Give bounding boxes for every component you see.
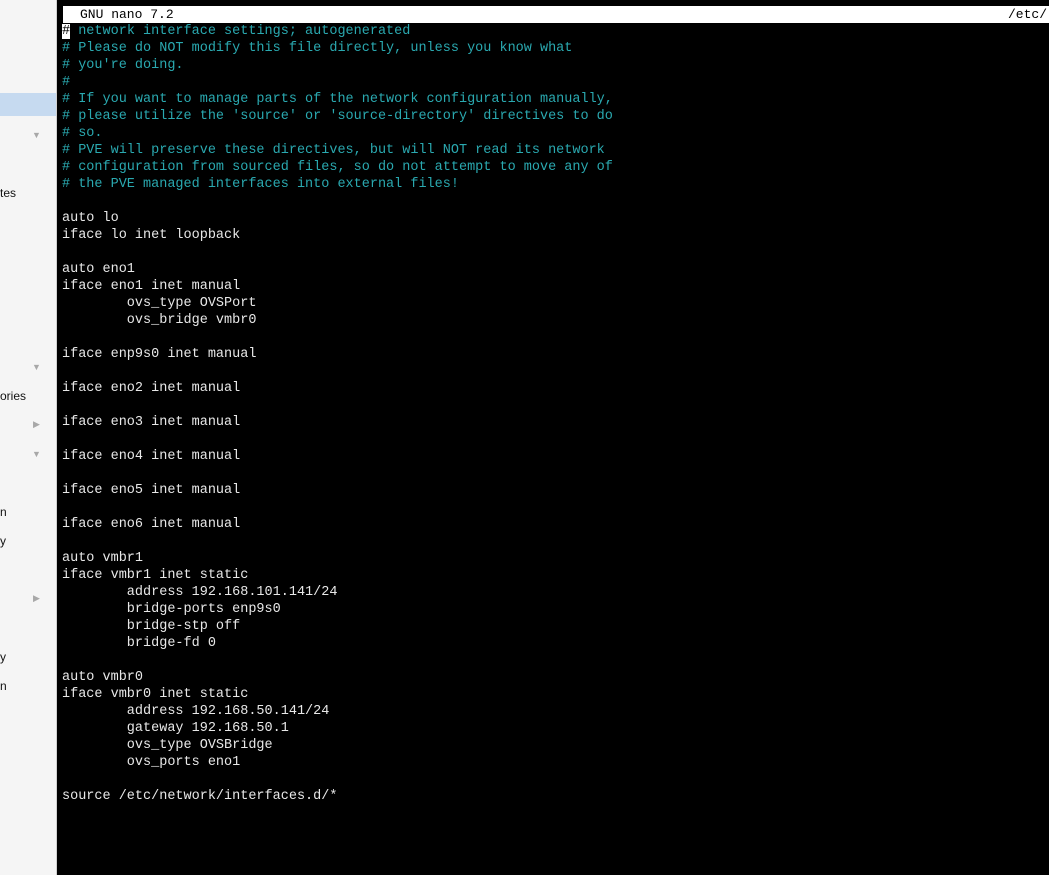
config-line[interactable] <box>62 431 1049 448</box>
comment-line[interactable]: # so. <box>62 125 1049 142</box>
nano-version-label: GNU nano 7.2 <box>80 7 174 22</box>
comment-line[interactable]: # network interface settings; autogenera… <box>62 23 1049 40</box>
config-line[interactable]: bridge-stp off <box>62 618 1049 635</box>
comment-line[interactable]: # configuration from sourced files, so d… <box>62 159 1049 176</box>
config-line[interactable]: iface eno6 inet manual <box>62 516 1049 533</box>
config-line[interactable] <box>62 397 1049 414</box>
config-line[interactable]: source /etc/network/interfaces.d/* <box>62 788 1049 805</box>
sidebar-item-fragment[interactable]: ories <box>0 389 26 403</box>
comment-line[interactable]: # If you want to manage parts of the net… <box>62 91 1049 108</box>
expand-right-icon[interactable]: ▶ <box>33 593 40 603</box>
config-line[interactable] <box>62 193 1049 210</box>
config-line[interactable]: iface eno2 inet manual <box>62 380 1049 397</box>
expand-down-icon[interactable]: ▼ <box>32 362 41 372</box>
expand-down-icon[interactable]: ▼ <box>32 449 41 459</box>
config-line[interactable] <box>62 244 1049 261</box>
config-line[interactable]: iface lo inet loopback <box>62 227 1049 244</box>
line-text: network interface settings; autogenerate… <box>70 24 411 39</box>
config-line[interactable]: address 192.168.101.141/24 <box>62 584 1049 601</box>
sidebar-item-fragment[interactable]: n <box>0 505 7 519</box>
terminal-window[interactable]: GNU nano 7.2 /etc/ # network interface s… <box>57 0 1049 875</box>
comment-line[interactable]: # you're doing. <box>62 57 1049 74</box>
config-line[interactable]: iface vmbr0 inet static <box>62 686 1049 703</box>
expand-right-icon[interactable]: ▶ <box>33 419 40 429</box>
config-line[interactable]: iface vmbr1 inet static <box>62 567 1049 584</box>
config-line[interactable]: auto vmbr0 <box>62 669 1049 686</box>
config-line[interactable] <box>62 652 1049 669</box>
config-line[interactable] <box>62 329 1049 346</box>
config-line[interactable] <box>62 465 1049 482</box>
text-cursor: # <box>62 24 71 39</box>
comment-line[interactable]: # Please do NOT modify this file directl… <box>62 40 1049 57</box>
config-line[interactable]: ovs_ports eno1 <box>62 754 1049 771</box>
config-line[interactable]: ovs_type OVSPort <box>62 295 1049 312</box>
config-line[interactable]: iface enp9s0 inet manual <box>62 346 1049 363</box>
config-line[interactable]: bridge-fd 0 <box>62 635 1049 652</box>
comment-line[interactable]: # please utilize the 'source' or 'source… <box>62 108 1049 125</box>
config-line[interactable] <box>62 533 1049 550</box>
config-line[interactable]: auto eno1 <box>62 261 1049 278</box>
config-line[interactable]: iface eno1 inet manual <box>62 278 1049 295</box>
comment-line[interactable]: # the PVE managed interfaces into extern… <box>62 176 1049 193</box>
config-line[interactable]: address 192.168.50.141/24 <box>62 703 1049 720</box>
file-path-label: /etc/ <box>1008 7 1048 22</box>
comment-line[interactable]: # <box>62 74 1049 91</box>
sidebar-item-fragment[interactable]: y <box>0 534 6 548</box>
nano-title-bar: GNU nano 7.2 /etc/ <box>63 6 1049 23</box>
config-line[interactable]: bridge-ports enp9s0 <box>62 601 1049 618</box>
config-line[interactable] <box>62 363 1049 380</box>
sidebar-item-fragment[interactable]: tes <box>0 186 16 200</box>
editor-buffer[interactable]: # network interface settings; autogenera… <box>62 23 1049 805</box>
config-line[interactable]: gateway 192.168.50.1 <box>62 720 1049 737</box>
config-line[interactable] <box>62 771 1049 788</box>
config-line[interactable]: iface eno3 inet manual <box>62 414 1049 431</box>
sidebar-item-fragment[interactable]: y <box>0 650 6 664</box>
config-line[interactable] <box>62 499 1049 516</box>
config-line[interactable]: auto vmbr1 <box>62 550 1049 567</box>
expand-down-icon[interactable]: ▼ <box>32 130 41 140</box>
config-line[interactable]: auto lo <box>62 210 1049 227</box>
sidebar-panel: ▼ tes ▼ ories ▶ ▼ n y ▶ y n <box>0 0 57 875</box>
config-line[interactable]: iface eno5 inet manual <box>62 482 1049 499</box>
comment-line[interactable]: # PVE will preserve these directives, bu… <box>62 142 1049 159</box>
sidebar-item-fragment[interactable]: n <box>0 679 7 693</box>
config-line[interactable]: ovs_type OVSBridge <box>62 737 1049 754</box>
config-line[interactable]: iface eno4 inet manual <box>62 448 1049 465</box>
sidebar-selected-row[interactable] <box>0 93 56 116</box>
config-line[interactable]: ovs_bridge vmbr0 <box>62 312 1049 329</box>
